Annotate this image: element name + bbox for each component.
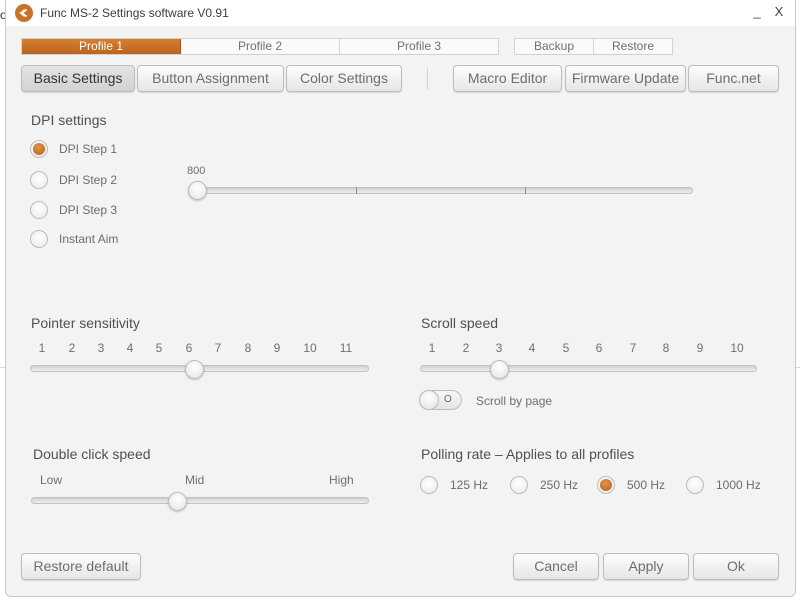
polling-500-label: 500 Hz [627,478,666,492]
restore-default-button[interactable]: Restore default [21,553,141,580]
toggle-state-label: O [444,394,452,405]
pointer-scale-label: 10 [303,341,317,355]
scroll-scale-label: 7 [629,341,637,355]
dpi-step-3-radio[interactable] [30,201,48,219]
settings-window: Func MS-2 Settings software V0.91 _ X Pr… [5,0,796,597]
polling-1000-radio[interactable] [686,476,704,494]
instant-aim-option[interactable]: Instant Aim [30,230,118,248]
dpi-step-2-option[interactable]: DPI Step 2 [30,171,117,189]
dpi-value-label: 800 [187,165,206,177]
dpi-step-1-radio[interactable] [30,140,48,158]
polling-500-option[interactable]: 500 Hz [597,476,665,494]
tab-func-net[interactable]: Func.net [688,65,779,92]
polling-250-radio[interactable] [510,476,528,494]
double-click-speed-thumb[interactable] [168,492,187,511]
dpi-step-2-radio[interactable] [30,171,48,189]
tab-profile-1[interactable]: Profile 1 [22,39,181,54]
pointer-scale-label: 4 [126,341,134,355]
polling-125-option[interactable]: 125 Hz [420,476,488,494]
pointer-scale-label: 7 [214,341,222,355]
double-click-low-label: Low [40,473,63,487]
tab-color-settings[interactable]: Color Settings [286,65,402,92]
polling-250-label: 250 Hz [540,478,579,492]
tab-macro-editor[interactable]: Macro Editor [453,65,562,92]
polling-125-radio[interactable] [420,476,438,494]
polling-1000-label: 1000 Hz [716,478,761,492]
tab-basic-settings[interactable]: Basic Settings [21,65,135,92]
dpi-slider-tick [525,187,526,194]
scroll-scale-label: 6 [595,341,603,355]
profile-tabs: Profile 1 Profile 2 Profile 3 [21,38,499,55]
scroll-speed-heading: Scroll speed [421,315,499,331]
pointer-scale-label: 2 [68,341,76,355]
pointer-scale-label: 5 [155,341,163,355]
instant-aim-radio[interactable] [30,230,48,248]
polling-500-radio[interactable] [597,476,615,494]
title-bar: Func MS-2 Settings software V0.91 _ X [6,0,795,26]
dpi-settings-heading: DPI settings [31,112,107,128]
scroll-scale-label: 5 [562,341,570,355]
ok-button[interactable]: Ok [693,553,779,580]
dpi-slider-track[interactable] [189,187,693,194]
backup-restore-bar: Backup Restore [514,38,673,55]
minimize-button[interactable]: _ [748,4,766,22]
dpi-slider-thumb[interactable] [188,181,207,200]
double-click-high-label: High [329,473,354,487]
scroll-by-page-toggle[interactable]: O [419,390,462,410]
scroll-scale-label: 1 [428,341,436,355]
scroll-scale-label: 4 [528,341,536,355]
scroll-by-page-label: Scroll by page [476,394,553,408]
window-title: Func MS-2 Settings software V0.91 [40,6,229,20]
apply-button[interactable]: Apply [603,553,689,580]
polling-125-label: 125 Hz [450,478,489,492]
double-click-speed-track[interactable] [31,497,369,504]
tab-firmware-update[interactable]: Firmware Update [565,65,686,92]
scroll-speed-track[interactable] [420,365,757,372]
scroll-speed-thumb[interactable] [490,360,509,379]
func-logo-icon [15,4,33,22]
scroll-scale-label: 10 [730,341,744,355]
nav-divider [427,68,428,90]
scroll-scale-label: 9 [696,341,704,355]
cancel-button[interactable]: Cancel [513,553,599,580]
restore-button[interactable]: Restore [594,39,672,54]
pointer-sensitivity-thumb[interactable] [185,360,204,379]
tab-profile-2[interactable]: Profile 2 [181,39,340,54]
double-click-speed-heading: Double click speed [33,446,151,462]
scroll-scale-label: 8 [662,341,670,355]
polling-250-option[interactable]: 250 Hz [510,476,578,494]
pointer-scale-label: 8 [244,341,252,355]
dpi-step-2-label: DPI Step 2 [59,173,118,187]
pointer-scale-label: 9 [273,341,281,355]
polling-1000-option[interactable]: 1000 Hz [686,476,761,494]
pointer-scale-label: 6 [185,341,193,355]
background-line-right [796,367,800,368]
scroll-scale-label: 3 [495,341,503,355]
double-click-mid-label: Mid [185,473,205,487]
instant-aim-label: Instant Aim [59,232,119,246]
tab-button-assignment[interactable]: Button Assignment [137,65,284,92]
toggle-knob [419,390,439,410]
dpi-step-1-option[interactable]: DPI Step 1 [30,140,117,158]
dpi-step-1-label: DPI Step 1 [59,142,118,156]
tab-profile-3[interactable]: Profile 3 [340,39,498,54]
pointer-sensitivity-heading: Pointer sensitivity [31,315,140,331]
close-button[interactable]: X [770,4,788,22]
scroll-scale-label: 2 [462,341,470,355]
dpi-step-3-label: DPI Step 3 [59,203,118,217]
pointer-scale-label: 11 [339,341,353,355]
pointer-scale-label: 3 [97,341,105,355]
pointer-scale-label: 1 [38,341,46,355]
dpi-step-3-option[interactable]: DPI Step 3 [30,201,117,219]
polling-rate-heading: Polling rate – Applies to all profiles [421,446,635,462]
dpi-slider-tick [356,187,357,194]
backup-button[interactable]: Backup [515,39,594,54]
